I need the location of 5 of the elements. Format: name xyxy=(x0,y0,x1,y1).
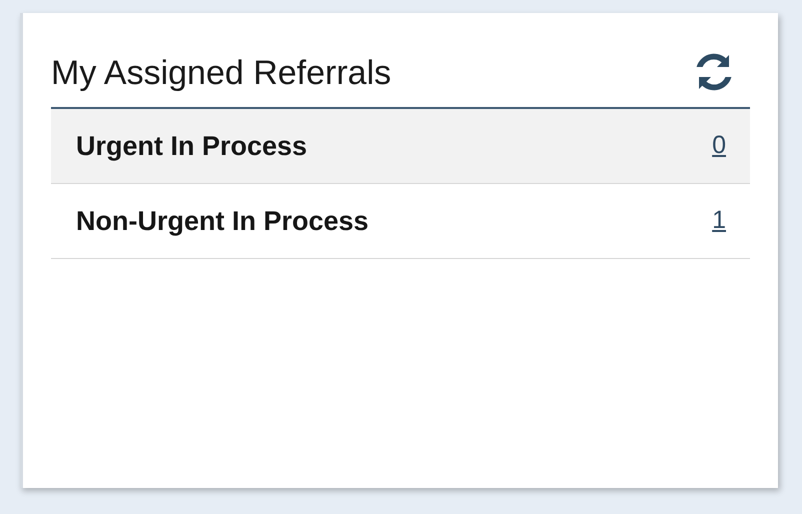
count-link[interactable]: 1 xyxy=(712,202,726,240)
row-label: Urgent In Process xyxy=(76,130,308,163)
count-link[interactable]: 0 xyxy=(712,127,726,165)
row-label: Non-Urgent In Process xyxy=(76,204,369,238)
card-title: My Assigned Referrals xyxy=(51,52,392,94)
